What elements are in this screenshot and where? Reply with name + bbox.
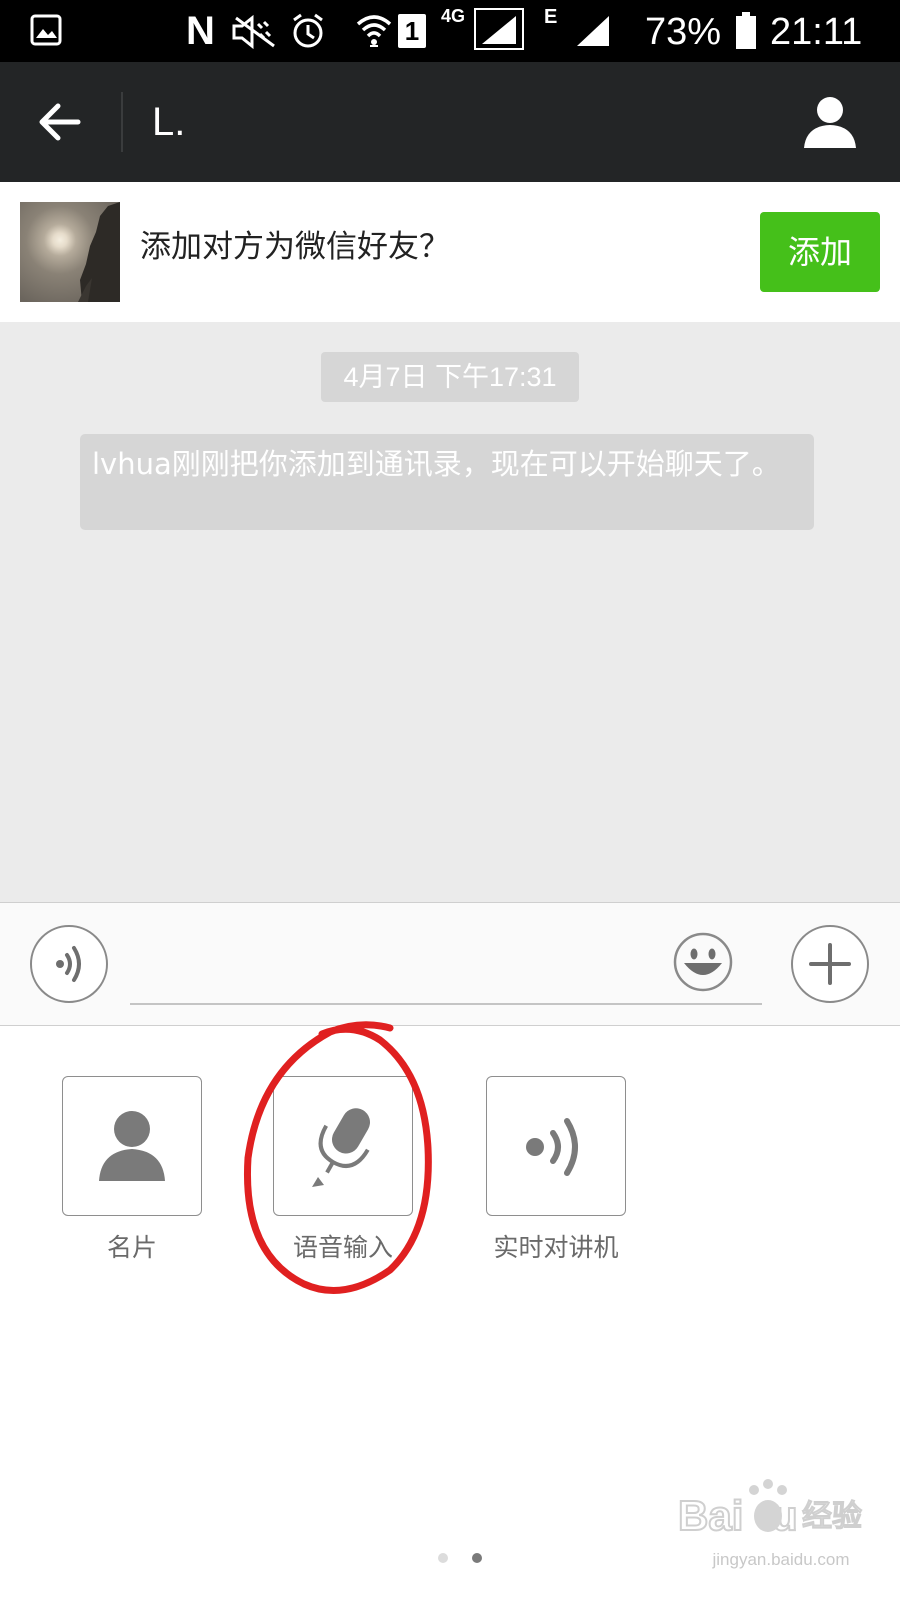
nfc-icon: N bbox=[186, 9, 215, 53]
baidu-watermark: Bai u 经验 jingyan.baidu.com bbox=[676, 1474, 886, 1584]
add-friend-button[interactable]: 添加 bbox=[760, 212, 880, 292]
add-friend-prompt: 添加对方为微信好友？ bbox=[140, 229, 450, 265]
voice-wave-icon bbox=[56, 946, 81, 982]
panel-item-contact-card[interactable]: 名片 bbox=[62, 1076, 202, 1264]
back-button[interactable] bbox=[36, 100, 84, 144]
arrow-left-icon bbox=[39, 103, 81, 141]
gallery-icon bbox=[30, 14, 62, 46]
wifi-icon bbox=[356, 15, 392, 47]
walkie-talkie-icon bbox=[526, 1118, 578, 1176]
contact-card-icon bbox=[99, 1111, 165, 1181]
avatar[interactable] bbox=[20, 202, 120, 302]
battery-icon bbox=[736, 12, 756, 49]
clock: 21:11 bbox=[770, 11, 863, 53]
network-type-label: 4G bbox=[441, 6, 466, 26]
red-circle-annotation bbox=[243, 1021, 432, 1294]
mute-icon bbox=[232, 14, 275, 50]
header-divider bbox=[121, 92, 123, 152]
signal-4g-icon bbox=[474, 8, 524, 50]
chat-header: L. bbox=[0, 62, 900, 182]
message-input[interactable] bbox=[130, 1003, 762, 1005]
chat-title: L. bbox=[152, 100, 186, 144]
status-bar: N 1 4G E 73% 21:11 bbox=[0, 0, 900, 62]
page-dot[interactable] bbox=[438, 1553, 448, 1563]
chat-messages[interactable]: 4月7日 下午17:31 lvhua刚刚把你添加到通讯录，现在可以开始聊天了。 bbox=[0, 322, 900, 902]
emoji-button[interactable] bbox=[672, 931, 734, 993]
svg-text:经验: 经验 bbox=[802, 1499, 862, 1534]
voice-mode-button[interactable] bbox=[30, 925, 108, 1003]
system-message: lvhua刚刚把你添加到通讯录，现在可以开始聊天了。 bbox=[80, 434, 814, 530]
alarm-icon bbox=[293, 13, 323, 48]
panel-item-walkie-talkie[interactable]: 实时对讲机 bbox=[486, 1076, 626, 1264]
message-timestamp: 4月7日 下午17:31 bbox=[321, 352, 579, 402]
more-options-button[interactable] bbox=[791, 925, 869, 1003]
plus-icon bbox=[809, 943, 851, 985]
page-indicator bbox=[438, 1548, 506, 1567]
secondary-network-label: E bbox=[544, 6, 558, 28]
signal-e-icon bbox=[577, 16, 609, 46]
page-dot-active[interactable] bbox=[472, 1553, 482, 1563]
panel-item-label: 名片 bbox=[106, 1233, 157, 1262]
panel-item-label: 实时对讲机 bbox=[493, 1233, 619, 1262]
sim-1-icon: 1 bbox=[398, 14, 426, 48]
input-bar bbox=[0, 902, 900, 1026]
profile-button[interactable] bbox=[800, 92, 860, 152]
avatar-silhouette bbox=[78, 202, 120, 302]
contact-card-tile[interactable] bbox=[62, 1076, 202, 1216]
battery-percent: 73% bbox=[645, 11, 722, 53]
watermark-domain: jingyan.baidu.com bbox=[712, 1550, 850, 1569]
person-icon bbox=[804, 97, 856, 148]
add-friend-banner: 添加对方为微信好友？ 添加 bbox=[0, 182, 900, 322]
baidu-logo: Bai u 经验 bbox=[677, 1479, 863, 1540]
walkie-talkie-tile[interactable] bbox=[486, 1076, 626, 1216]
svg-text:Bai: Bai bbox=[678, 1492, 743, 1539]
smiley-icon bbox=[673, 932, 733, 992]
